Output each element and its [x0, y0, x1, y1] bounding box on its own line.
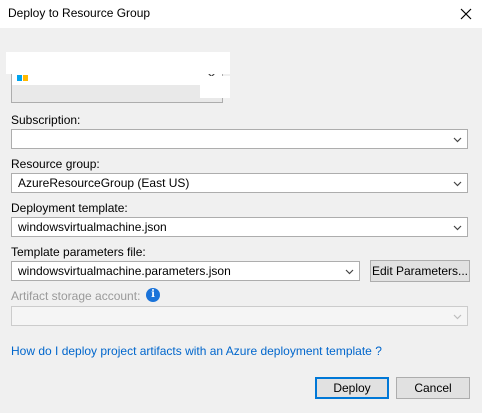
resource-group-label: Resource group:	[11, 157, 100, 171]
redaction-block	[6, 52, 230, 74]
edit-parameters-button[interactable]: Edit Parameters...	[370, 260, 470, 282]
cancel-button[interactable]: Cancel	[396, 377, 470, 399]
chevron-down-icon	[453, 137, 462, 143]
deployment-template-value: windowsvirtualmachine.json	[18, 220, 167, 234]
chevron-down-icon	[345, 269, 354, 275]
template-parameters-value: windowsvirtualmachine.parameters.json	[18, 264, 231, 278]
template-parameters-label: Template parameters file:	[11, 245, 146, 259]
redaction-block	[200, 76, 230, 98]
artifact-storage-dropdown	[11, 306, 468, 326]
deployment-template-label: Deployment template:	[11, 201, 128, 215]
deploy-button[interactable]: Deploy	[315, 377, 389, 399]
resource-group-dropdown[interactable]: AzureResourceGroup (East US)	[11, 173, 468, 193]
window-title: Deploy to Resource Group	[8, 6, 151, 20]
info-icon[interactable]: i	[146, 288, 160, 302]
resource-group-value: AzureResourceGroup (East US)	[18, 176, 190, 190]
subscription-label: Subscription:	[11, 113, 81, 127]
artifact-storage-label: Artifact storage account:	[11, 289, 141, 303]
help-link[interactable]: How do I deploy project artifacts with a…	[11, 344, 382, 358]
deployment-template-dropdown[interactable]: windowsvirtualmachine.json	[11, 217, 468, 237]
chevron-down-icon	[453, 181, 462, 187]
chevron-down-icon	[453, 314, 462, 320]
close-button[interactable]	[450, 0, 482, 28]
template-parameters-dropdown[interactable]: windowsvirtualmachine.parameters.json	[11, 261, 360, 281]
chevron-down-icon	[453, 225, 462, 231]
title-bar: Deploy to Resource Group	[0, 0, 482, 28]
close-icon	[460, 8, 472, 20]
subscription-dropdown[interactable]	[11, 129, 468, 149]
